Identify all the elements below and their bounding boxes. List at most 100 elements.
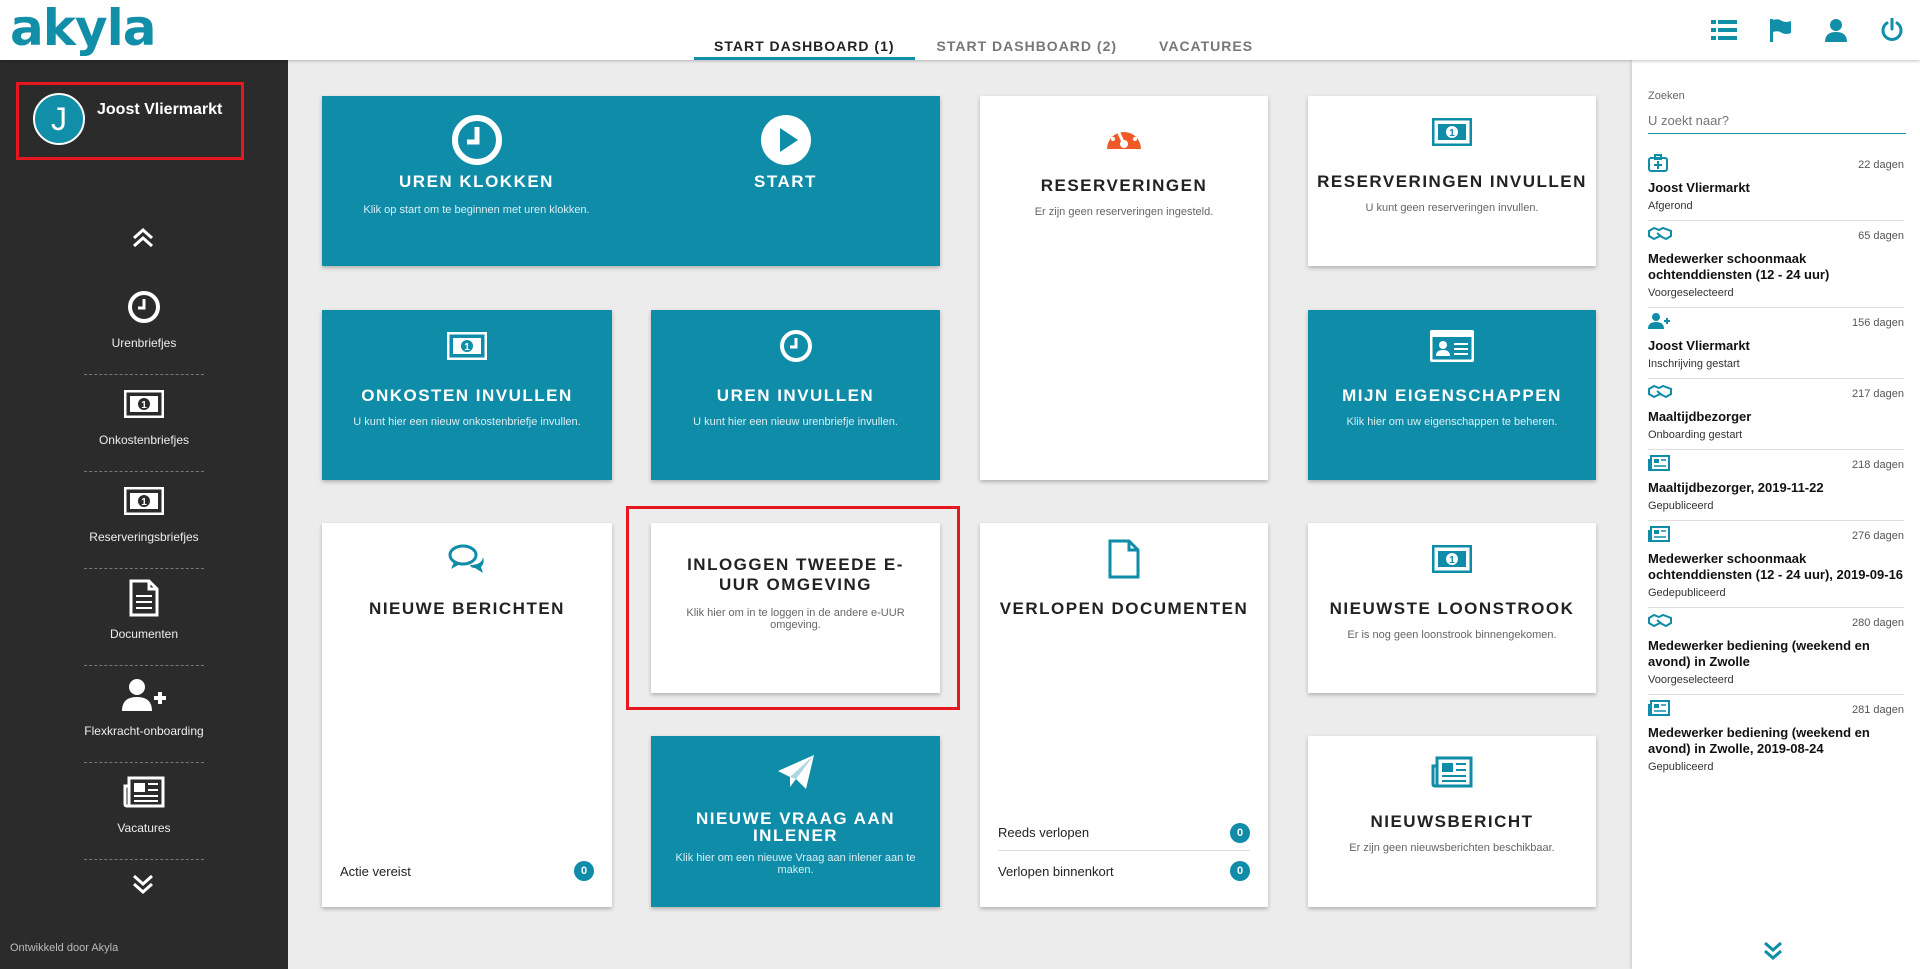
- newspaper-icon: [1648, 454, 1670, 476]
- tile-nieuwste-loonstrook[interactable]: 1 NIEUWSTE LOONSTROOK Er is nog geen loo…: [1308, 523, 1596, 693]
- feed-item[interactable]: 65 dagen Medewerker schoonmaak ochtenddi…: [1648, 221, 1904, 308]
- feed-status: Voorgeselecteerd: [1648, 674, 1734, 686]
- tile-title: ONKOSTEN INVULLEN: [361, 386, 573, 405]
- money-icon: 1: [1308, 537, 1596, 581]
- tile-title: RESERVERINGEN: [1040, 176, 1208, 195]
- power-icon[interactable]: [1878, 16, 1906, 44]
- tile-nieuwsbericht[interactable]: NIEUWSBERICHT Er zijn geen nieuwsbericht…: [1308, 736, 1596, 907]
- sidebar-item-label: Reserveringsbriefjes: [89, 530, 199, 544]
- play-icon: [631, 115, 940, 165]
- tile-uren-invullen[interactable]: UREN INVULLEN U kunt hier een nieuw uren…: [651, 310, 940, 480]
- sidebar: J Joost Vliermarkt Urenbriefjes 1 Onkost…: [0, 60, 288, 969]
- actie-vereist-row[interactable]: Actie vereist 0: [340, 853, 594, 889]
- chevron-double-up-icon[interactable]: [130, 226, 156, 255]
- tab-vacatures[interactable]: VACATURES: [1139, 26, 1273, 60]
- tile-reserveringen[interactable]: RESERVERINGEN Er zijn geen reserveringen…: [980, 96, 1268, 480]
- chevron-double-down-icon[interactable]: [1762, 940, 1784, 967]
- tab-start-dashboard-2[interactable]: START DASHBOARD (2): [917, 26, 1138, 60]
- activity-feed: 22 dagen Joost Vliermarkt Afgerond 65 da…: [1648, 150, 1904, 781]
- feed-item[interactable]: 217 dagen Maaltijdbezorger Onboarding ge…: [1648, 379, 1904, 450]
- feed-item[interactable]: 276 dagen Medewerker schoonmaak ochtendd…: [1648, 521, 1904, 608]
- feed-item[interactable]: 280 dagen Medewerker bediening (weekend …: [1648, 608, 1904, 695]
- akyla-logo[interactable]: akyla: [10, 0, 156, 56]
- clock-icon: [322, 115, 631, 165]
- svg-text:1: 1: [141, 497, 147, 508]
- feed-status: Inschrijving gestart: [1648, 358, 1740, 370]
- money-icon: 1: [84, 472, 204, 522]
- newspaper-icon: [1648, 699, 1670, 721]
- document-icon: [84, 569, 204, 619]
- start-button[interactable]: START: [631, 115, 940, 192]
- chat-icon: [322, 537, 612, 581]
- tile-nieuwe-berichten[interactable]: NIEUWE BERICHTEN Actie vereist 0: [322, 523, 612, 907]
- developer-credit: Ontwikkeld door Akyla: [10, 942, 119, 954]
- clock-icon: [651, 324, 940, 368]
- tile-title: NIEUWSBERICHT: [1370, 812, 1534, 831]
- chevron-double-down-icon[interactable]: [130, 872, 156, 901]
- tile-title: UREN INVULLEN: [716, 386, 875, 405]
- tile-uren-klokken[interactable]: UREN KLOKKEN Klik op start om te beginne…: [322, 96, 940, 266]
- reeds-verlopen-row[interactable]: Reeds verlopen 0: [998, 815, 1250, 851]
- feed-days: 22 dagen: [1858, 159, 1904, 171]
- tile-description: Klik op start om te beginnen met uren kl…: [363, 204, 590, 216]
- sidebar-item-urenbriefjes[interactable]: Urenbriefjes: [84, 278, 204, 375]
- clock-icon: [84, 278, 204, 328]
- feed-status: Gepubliceerd: [1648, 761, 1714, 773]
- user-profile[interactable]: J Joost Vliermarkt: [16, 82, 244, 160]
- tile-nieuwe-vraag-aan-inlener[interactable]: NIEUWE VRAAG AAN INLENER Klik hier om ee…: [651, 736, 940, 907]
- gauge-icon: [980, 114, 1268, 158]
- sidebar-item-flexkracht-onboarding[interactable]: Flexkracht-onboarding: [84, 666, 204, 763]
- feed-days: 156 dagen: [1852, 317, 1904, 329]
- row-label: Verlopen binnenkort: [998, 863, 1114, 879]
- tile-title: NIEUWE VRAAG AAN INLENER: [695, 809, 896, 845]
- sidebar-item-documenten[interactable]: Documenten: [84, 569, 204, 666]
- feed-days: 280 dagen: [1852, 617, 1904, 629]
- row-label: Reeds verlopen: [998, 825, 1090, 840]
- feed-item[interactable]: 281 dagen Medewerker bediening (weekend …: [1648, 695, 1904, 781]
- sidebar-item-onkostenbriefjes[interactable]: 1 Onkostenbriefjes: [84, 375, 204, 472]
- feed-days: 281 dagen: [1852, 704, 1904, 716]
- tile-reserveringen-invullen[interactable]: 1 RESERVERINGEN INVULLEN U kunt geen res…: [1308, 96, 1596, 266]
- tile-title: NIEUWE BERICHTEN: [369, 599, 565, 618]
- feed-title: Maaltijdbezorger: [1648, 409, 1752, 424]
- list-icon[interactable]: [1710, 16, 1738, 44]
- sidebar-item-reserveringsbriefjes[interactable]: 1 Reserveringsbriefjes: [84, 472, 204, 569]
- search-input[interactable]: [1648, 108, 1906, 134]
- feed-status: Voorgeselecteerd: [1648, 287, 1734, 299]
- start-label: START: [754, 172, 817, 191]
- feed-status: Onboarding gestart: [1648, 429, 1743, 441]
- user-icon[interactable]: [1822, 16, 1850, 44]
- svg-text:1: 1: [1449, 128, 1455, 139]
- sidebar-item-label: Vacatures: [117, 821, 171, 835]
- tab-start-dashboard-1[interactable]: START DASHBOARD (1): [694, 26, 915, 60]
- user-name[interactable]: Joost Vliermarkt: [97, 101, 222, 119]
- feed-item[interactable]: 22 dagen Joost Vliermarkt Afgerond: [1648, 150, 1904, 221]
- feed-title: Medewerker schoonmaak ochtenddiensten (1…: [1648, 551, 1904, 582]
- feed-title: Joost Vliermarkt: [1648, 180, 1750, 195]
- tile-onkosten-invullen[interactable]: 1 ONKOSTEN INVULLEN U kunt hier een nieu…: [322, 310, 612, 480]
- tile-title: NIEUWSTE LOONSTROOK: [1329, 599, 1575, 618]
- user-plus-icon: [84, 666, 204, 716]
- feed-days: 276 dagen: [1852, 530, 1904, 542]
- count-badge: 0: [574, 861, 594, 881]
- avatar[interactable]: J: [33, 93, 85, 145]
- sidebar-item-label: Urenbriefjes: [111, 336, 177, 350]
- feed-status: Gedepubliceerd: [1648, 587, 1726, 599]
- tile-title: UREN KLOKKEN: [399, 172, 554, 191]
- newspaper-icon: [84, 763, 204, 813]
- feed-status: Afgerond: [1648, 200, 1693, 212]
- sidebar-item-vacatures[interactable]: Vacatures: [84, 763, 204, 860]
- tile-description: Klik hier om uw eigenschappen te beheren…: [1346, 416, 1558, 428]
- sidebar-item-label: Flexkracht-onboarding: [84, 724, 204, 738]
- newspaper-icon: [1648, 525, 1670, 547]
- tile-verlopen-documenten[interactable]: VERLOPEN DOCUMENTEN Reeds verlopen 0 Ver…: [980, 523, 1268, 907]
- money-icon: 1: [1308, 110, 1596, 154]
- tile-title: MIJN EIGENSCHAPPEN: [1342, 386, 1562, 405]
- feed-item[interactable]: 156 dagen Joost Vliermarkt Inschrijving …: [1648, 308, 1904, 379]
- feed-days: 65 dagen: [1858, 230, 1904, 242]
- flag-icon[interactable]: [1766, 16, 1794, 44]
- feed-item[interactable]: 218 dagen Maaltijdbezorger, 2019-11-22 G…: [1648, 450, 1904, 521]
- verlopen-binnenkort-row[interactable]: Verlopen binnenkort 0: [998, 853, 1250, 889]
- tile-mijn-eigenschappen[interactable]: MIJN EIGENSCHAPPEN Klik hier om uw eigen…: [1308, 310, 1596, 480]
- id-card-icon: [1308, 324, 1596, 368]
